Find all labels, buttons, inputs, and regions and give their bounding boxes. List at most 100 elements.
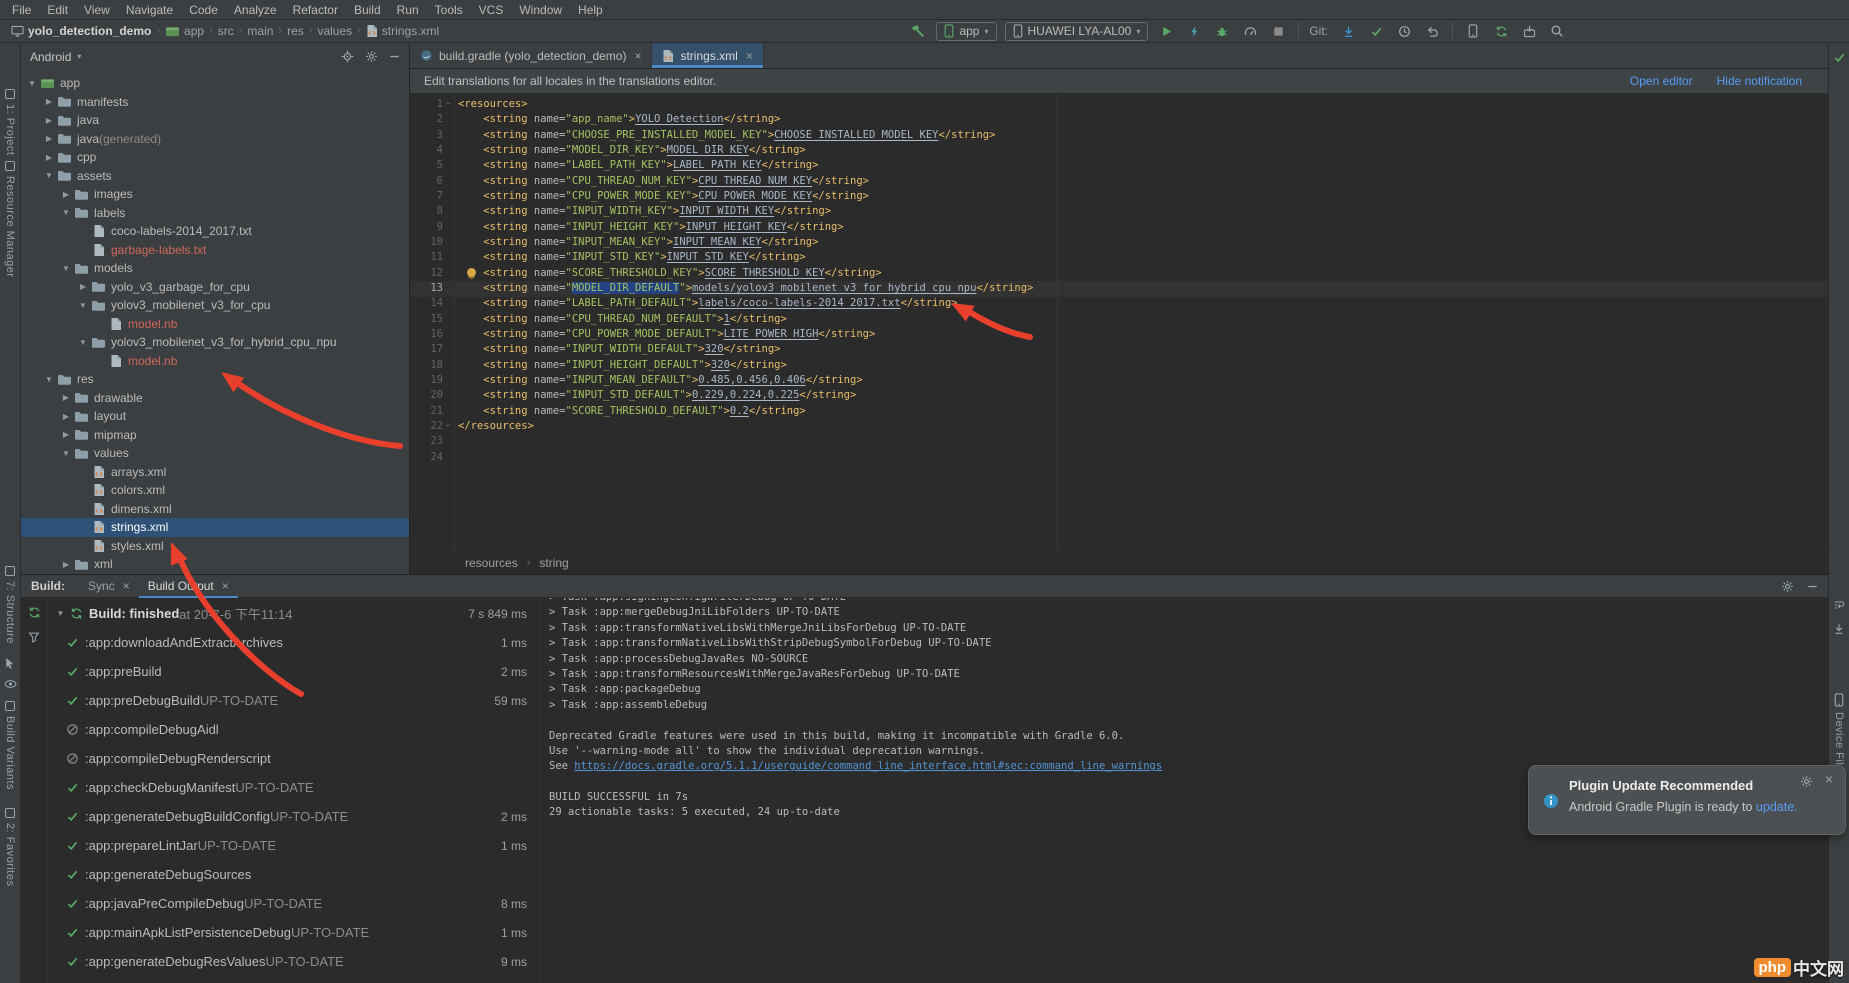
locate-file-icon[interactable]: [341, 50, 354, 63]
line-number[interactable]: 2: [437, 112, 443, 127]
tab-close-icon[interactable]: ×: [634, 49, 641, 63]
profile-icon[interactable]: [1240, 21, 1260, 41]
project-tree-item-mipmap[interactable]: ▶mipmap: [21, 426, 409, 445]
tab-close-icon[interactable]: ×: [222, 579, 229, 593]
build-task-app-javaprecompiledebug[interactable]: :app:javaPreCompileDebug UP-TO-DATE8 ms: [48, 889, 539, 918]
tree-toggle-icon[interactable]: ▶: [59, 560, 73, 569]
tool-stripe-2-favorites[interactable]: 2: Favorites: [0, 808, 20, 886]
history-icon[interactable]: [1394, 21, 1414, 41]
line-number[interactable]: 17: [430, 342, 443, 357]
project-tree-item-model-nb[interactable]: model.nb: [21, 352, 409, 371]
code-line[interactable]: <string name="CPU_THREAD_NUM_DEFAULT">1<…: [458, 312, 1828, 327]
editor-tab-strings-xml[interactable]: strings.xml×: [652, 43, 763, 68]
fold-marker[interactable]: −: [443, 97, 454, 112]
build-task-app-preparelintjar[interactable]: :app:prepareLintJar UP-TO-DATE1 ms: [48, 831, 539, 860]
project-tree-item-app[interactable]: ▼app: [21, 74, 409, 93]
project-tree-item-labels[interactable]: ▼labels: [21, 204, 409, 223]
build-tab-sync[interactable]: Sync×: [79, 575, 139, 598]
breadcrumb-values[interactable]: values: [317, 24, 352, 38]
project-tree-item-colors-xml[interactable]: colors.xml: [21, 481, 409, 500]
build-root-row[interactable]: ▼Build: finished at 20-7-6 下午11:147 s 84…: [48, 599, 539, 628]
git-commit-icon[interactable]: [1366, 21, 1386, 41]
device-manager-icon[interactable]: [1463, 21, 1483, 41]
line-number[interactable]: 12: [430, 266, 443, 281]
tool-stripe-1-project[interactable]: 1: Project: [0, 89, 20, 155]
tool-stripe-build-variants[interactable]: Build Variants: [0, 701, 20, 790]
git-update-icon[interactable]: [1338, 21, 1358, 41]
project-tree-item-values[interactable]: ▼values: [21, 444, 409, 463]
build-task-app-compiledebugrenderscript[interactable]: :app:compileDebugRenderscript: [48, 744, 539, 773]
menu-file[interactable]: File: [4, 1, 39, 19]
run-icon[interactable]: [1156, 21, 1176, 41]
line-number[interactable]: 11: [430, 250, 443, 265]
update-link[interactable]: update.: [1756, 800, 1798, 814]
run-config-selector[interactable]: app▾: [936, 22, 996, 41]
project-tree-item-yolov3-mobilenet-v3-for-cpu[interactable]: ▼yolov3_mobilenet_v3_for_cpu: [21, 296, 409, 315]
debug-icon[interactable]: [1212, 21, 1232, 41]
build-task-app-downloadandextractarchives[interactable]: :app:downloadAndExtractArchives1 ms: [48, 628, 539, 657]
tree-toggle-icon[interactable]: ▶: [42, 134, 56, 143]
build-task-app-generatedebugbuildconfig[interactable]: :app:generateDebugBuildConfig UP-TO-DATE…: [48, 802, 539, 831]
tree-toggle-icon[interactable]: ▶: [59, 430, 73, 439]
breadcrumb-res[interactable]: res: [287, 24, 304, 38]
build-tab-build-output[interactable]: Build Output×: [139, 575, 238, 598]
sync-project-icon[interactable]: [1491, 21, 1511, 41]
menu-run[interactable]: Run: [389, 1, 427, 19]
code-line[interactable]: <string name="CHOOSE_PRE_INSTALLED_MODEL…: [458, 128, 1828, 143]
line-number[interactable]: 14: [430, 296, 443, 311]
tree-toggle-icon[interactable]: ▼: [76, 338, 90, 347]
project-tree-item-garbage-labels-txt[interactable]: garbage-labels.txt: [21, 241, 409, 260]
line-number[interactable]: 22: [430, 419, 443, 434]
build-task-app-predebugbuild[interactable]: :app:preDebugBuild UP-TO-DATE59 ms: [48, 686, 539, 715]
menu-analyze[interactable]: Analyze: [226, 1, 285, 19]
project-tree-item-dimens-xml[interactable]: dimens.xml: [21, 500, 409, 519]
editor-tab-build-gradle-yolo-detection-demo[interactable]: build.gradle (yolo_detection_demo)×: [410, 43, 652, 68]
tree-toggle-icon[interactable]: ▼: [25, 79, 39, 88]
line-number[interactable]: 18: [430, 358, 443, 373]
project-tree-item-models[interactable]: ▼models: [21, 259, 409, 278]
settings-icon[interactable]: [1781, 580, 1794, 593]
tree-toggle-icon[interactable]: ▶: [59, 393, 73, 402]
project-tree-item-arrays-xml[interactable]: arrays.xml: [21, 463, 409, 482]
line-number[interactable]: 16: [430, 327, 443, 342]
build-task-app-compiledebugaidl[interactable]: :app:compileDebugAidl: [48, 715, 539, 744]
project-tree-item-manifests[interactable]: ▶manifests: [21, 93, 409, 112]
hide-panel-icon[interactable]: [389, 51, 400, 62]
intention-bulb-icon[interactable]: [467, 268, 476, 277]
code-line[interactable]: [458, 450, 1828, 465]
tree-toggle-icon[interactable]: ▶: [42, 153, 56, 162]
code-line[interactable]: <resources>: [458, 97, 1828, 112]
code-line[interactable]: <string name="INPUT_WIDTH_DEFAULT">320</…: [458, 342, 1828, 357]
code-line[interactable]: [458, 434, 1828, 449]
menu-navigate[interactable]: Navigate: [118, 1, 181, 19]
line-number[interactable]: 8: [437, 204, 443, 219]
breadcrumb-main[interactable]: main: [247, 24, 273, 38]
tree-toggle-icon[interactable]: ▶: [59, 190, 73, 199]
filter-icon[interactable]: [28, 631, 40, 643]
code-line[interactable]: <string name="LABEL_PATH_KEY">LABEL_PATH…: [458, 158, 1828, 173]
tree-toggle-icon[interactable]: ▼: [42, 375, 56, 384]
apply-changes-icon[interactable]: [1184, 21, 1204, 41]
line-number[interactable]: 21: [430, 404, 443, 419]
build-task-app-checkdebugmanifest[interactable]: :app:checkDebugManifest UP-TO-DATE: [48, 773, 539, 802]
hammer-icon[interactable]: [908, 21, 928, 41]
project-tree-item-coco-labels-2014-2017-txt[interactable]: coco-labels-2014_2017.txt: [21, 222, 409, 241]
menu-view[interactable]: View: [76, 1, 118, 19]
code-line[interactable]: <string name="CPU_THREAD_NUM_KEY">CPU_TH…: [458, 174, 1828, 189]
tree-toggle-icon[interactable]: ▶: [42, 97, 56, 106]
tool-stripe-7-structure[interactable]: 7: Structure: [0, 566, 20, 644]
project-tree-item-xml[interactable]: ▶xml: [21, 555, 409, 574]
code-line[interactable]: <string name="INPUT_HEIGHT_DEFAULT">320<…: [458, 358, 1828, 373]
line-number[interactable]: 6: [437, 174, 443, 189]
project-view-selector[interactable]: Android ▾: [30, 50, 81, 64]
tree-toggle-icon[interactable]: ▼: [59, 449, 73, 458]
eye-icon[interactable]: [4, 679, 17, 689]
tab-close-icon[interactable]: ×: [746, 49, 753, 63]
minimize-icon[interactable]: [1807, 581, 1818, 592]
tree-toggle-icon[interactable]: ▶: [76, 282, 90, 291]
scroll-to-end-icon[interactable]: [1833, 623, 1845, 635]
build-task-app-generatedebugsources[interactable]: :app:generateDebugSources: [48, 860, 539, 889]
code-line[interactable]: <string name="CPU_POWER_MODE_KEY">CPU_PO…: [458, 189, 1828, 204]
project-tree-item-res[interactable]: ▼res: [21, 370, 409, 389]
tree-toggle-icon[interactable]: ▼: [42, 171, 56, 180]
